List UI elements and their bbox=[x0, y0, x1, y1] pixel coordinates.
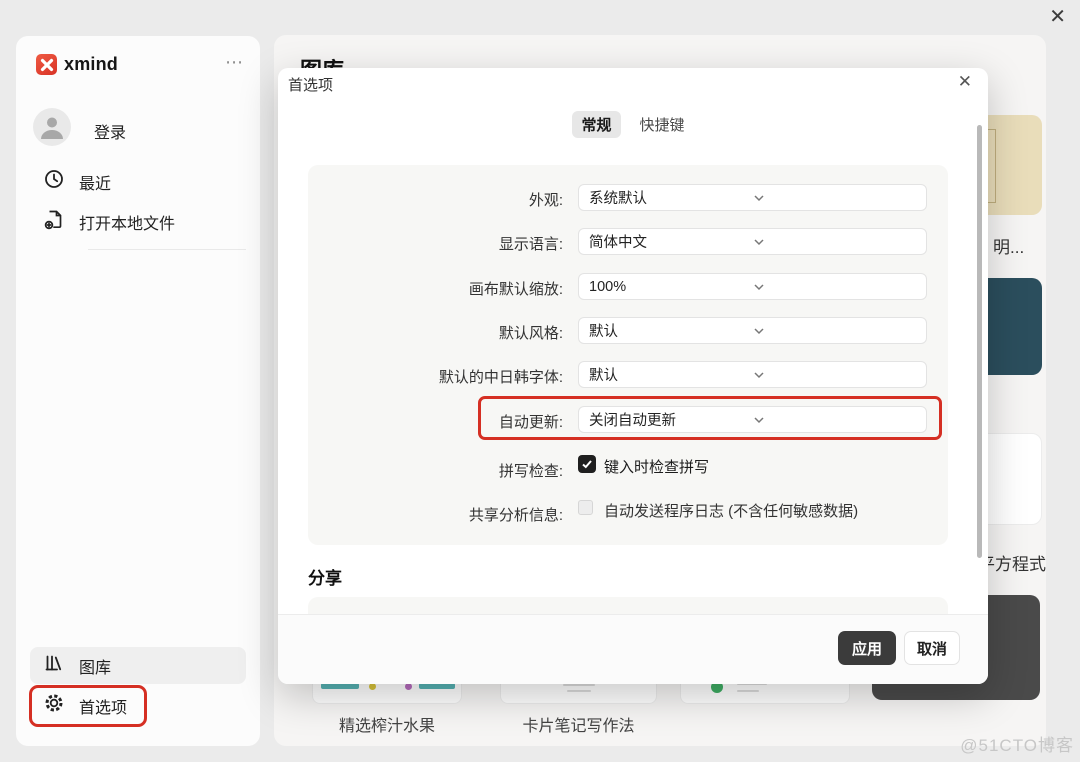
app-logo-text: xmind bbox=[64, 54, 118, 75]
thumbnail-detail bbox=[737, 690, 759, 692]
cjk-font-value: 默认 bbox=[589, 364, 753, 385]
watermark: @51CTO博客 bbox=[960, 731, 1074, 756]
default-style-value: 默认 bbox=[589, 320, 753, 341]
chevron-down-icon bbox=[753, 414, 917, 426]
tab-shortcuts[interactable]: 快捷键 bbox=[631, 111, 694, 138]
cjk-font-label: 默认的中日韩字体: bbox=[308, 366, 563, 387]
sidebar-divider bbox=[88, 249, 246, 250]
share-analytics-option-label: 自动发送程序日志 (不含任何敏感数据) bbox=[604, 500, 858, 521]
spell-check-option-label: 键入时检查拼写 bbox=[604, 456, 709, 477]
person-icon bbox=[33, 108, 71, 146]
open-file-icon bbox=[43, 208, 65, 230]
default-zoom-select[interactable]: 100% bbox=[578, 273, 927, 300]
thumbnail-detail bbox=[567, 690, 591, 692]
checkmark-icon bbox=[581, 458, 593, 470]
sidebar-item-label: 图库 bbox=[79, 654, 111, 678]
tab-general[interactable]: 常规 bbox=[572, 111, 620, 138]
dialog-tabs: 常规 快捷键 bbox=[278, 111, 988, 138]
default-zoom-value: 100% bbox=[589, 279, 753, 295]
thumbnail-caption-equation: 平方程式 bbox=[978, 550, 1046, 575]
appearance-label: 外观: bbox=[308, 189, 563, 210]
language-label: 显示语言: bbox=[308, 233, 563, 254]
avatar[interactable] bbox=[33, 108, 71, 146]
dialog-title: 首选项 bbox=[288, 74, 333, 95]
share-analytics-checkbox[interactable] bbox=[578, 500, 593, 515]
share-settings-panel-partial bbox=[308, 597, 948, 614]
spell-check-checkbox[interactable] bbox=[578, 455, 596, 473]
spell-check-label: 拼写检查: bbox=[308, 460, 563, 481]
dialog-scrollbar[interactable] bbox=[977, 125, 982, 558]
sidebar-item-recent[interactable]: 最近 bbox=[79, 170, 111, 194]
cjk-font-select[interactable]: 默认 bbox=[578, 361, 927, 388]
sidebar-item-open-local-file[interactable]: 打开本地文件 bbox=[79, 210, 175, 234]
chevron-down-icon bbox=[753, 281, 917, 293]
auto-update-label: 自动更新: bbox=[308, 411, 563, 432]
auto-update-select[interactable]: 关闭自动更新 bbox=[578, 406, 927, 433]
library-icon bbox=[43, 652, 65, 679]
default-zoom-label: 画布默认缩放: bbox=[308, 278, 563, 299]
appearance-select[interactable]: 系统默认 bbox=[578, 184, 927, 211]
clock-icon bbox=[43, 168, 65, 190]
sidebar: xmind ⋯ 登录 最近 打开本地文件 图库 bbox=[16, 36, 260, 746]
appearance-value: 系统默认 bbox=[589, 187, 753, 208]
thumbnail-detail bbox=[369, 683, 376, 690]
sidebar-item-gallery[interactable]: 图库 bbox=[30, 647, 246, 684]
apply-button[interactable]: 应用 bbox=[838, 631, 896, 665]
chevron-down-icon bbox=[753, 192, 917, 204]
thumbnail-detail bbox=[405, 683, 412, 690]
default-style-select[interactable]: 默认 bbox=[578, 317, 927, 344]
sidebar-item-preferences[interactable]: 首选项 bbox=[30, 687, 246, 724]
chevron-down-icon bbox=[753, 325, 917, 337]
preferences-dialog: 首选项 ✕ 常规 快捷键 外观: 系统默认 显示语言: 简体中文 画布默认缩放:… bbox=[278, 68, 988, 684]
share-analytics-label: 共享分析信息: bbox=[308, 504, 563, 525]
general-settings-panel: 外观: 系统默认 显示语言: 简体中文 画布默认缩放: 100% 默认风格: 默… bbox=[308, 165, 948, 545]
sidebar-item-label: 首选项 bbox=[79, 694, 127, 718]
app-logo: xmind bbox=[36, 54, 118, 75]
language-select[interactable]: 简体中文 bbox=[578, 228, 927, 255]
thumbnail-caption: 精选榨汁水果 bbox=[312, 712, 462, 736]
dialog-close-icon[interactable]: ✕ bbox=[958, 72, 972, 92]
default-style-label: 默认风格: bbox=[308, 322, 563, 343]
chevron-down-icon bbox=[753, 236, 917, 248]
xmind-logo-icon bbox=[36, 54, 57, 75]
auto-update-value: 关闭自动更新 bbox=[589, 409, 753, 430]
language-value: 简体中文 bbox=[589, 231, 753, 252]
window-close-icon[interactable]: ✕ bbox=[1049, 7, 1066, 27]
gear-icon bbox=[43, 692, 65, 719]
login-button[interactable]: 登录 bbox=[94, 119, 126, 143]
chevron-down-icon bbox=[753, 369, 917, 381]
section-header-share: 分享 bbox=[308, 564, 342, 589]
more-menu-icon[interactable]: ⋯ bbox=[225, 52, 244, 73]
thumbnail-detail bbox=[563, 684, 595, 686]
dialog-footer: 应用 取消 bbox=[278, 614, 988, 684]
cancel-button[interactable]: 取消 bbox=[904, 631, 960, 665]
thumbnail-caption: 卡片笔记写作法 bbox=[500, 712, 657, 736]
